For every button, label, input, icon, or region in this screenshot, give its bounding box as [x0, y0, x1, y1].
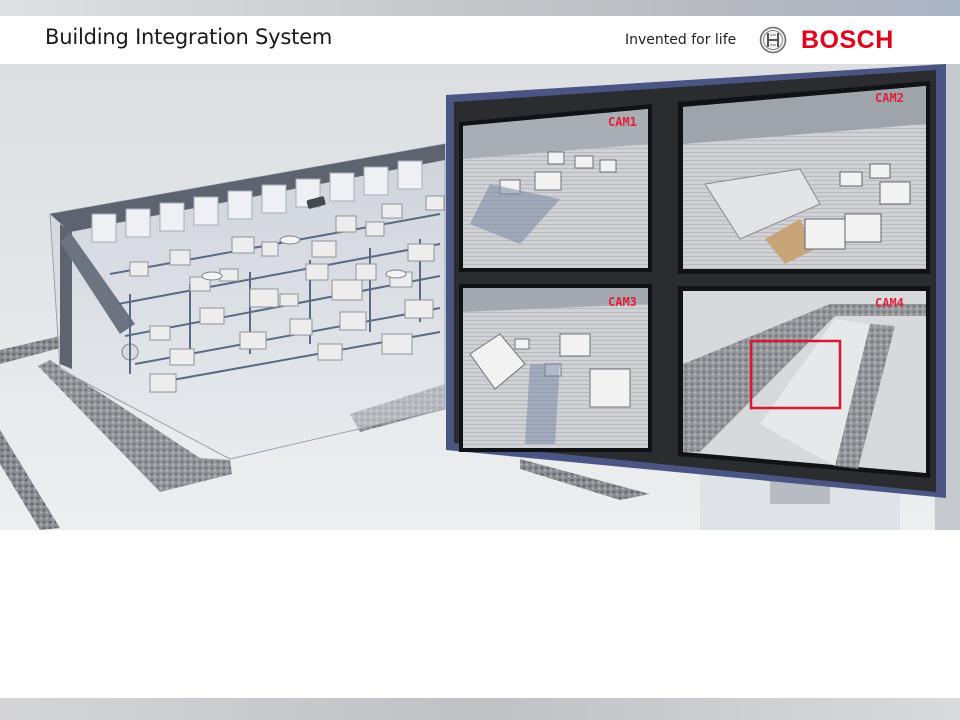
bosch-wordmark: BOSCH	[801, 26, 894, 54]
cam1-label: CAM1	[608, 115, 637, 129]
cam3-label: CAM3	[608, 295, 637, 309]
cam2-label: CAM2	[875, 91, 904, 105]
camera-feed-cam1[interactable]: CAM1	[459, 104, 652, 272]
bosch-logo-icon	[759, 26, 787, 54]
cam4-label: CAM4	[875, 296, 904, 310]
brand-slogan: Invented for life	[625, 32, 737, 48]
camera-feed-cam3[interactable]: CAM3	[459, 284, 652, 452]
top-decorative-strip	[0, 0, 960, 16]
header-bar: Building Integration System Invented for…	[0, 16, 960, 64]
camera-feed-cam4[interactable]: CAM4	[678, 286, 930, 478]
warehouse-scene: CAM1 CAM2 CAM3 CAM4	[0, 64, 960, 530]
bottom-decorative-strip	[0, 698, 960, 720]
camera-feed-cam2[interactable]: CAM2	[678, 81, 930, 274]
page-title: Building Integration System	[45, 25, 333, 49]
